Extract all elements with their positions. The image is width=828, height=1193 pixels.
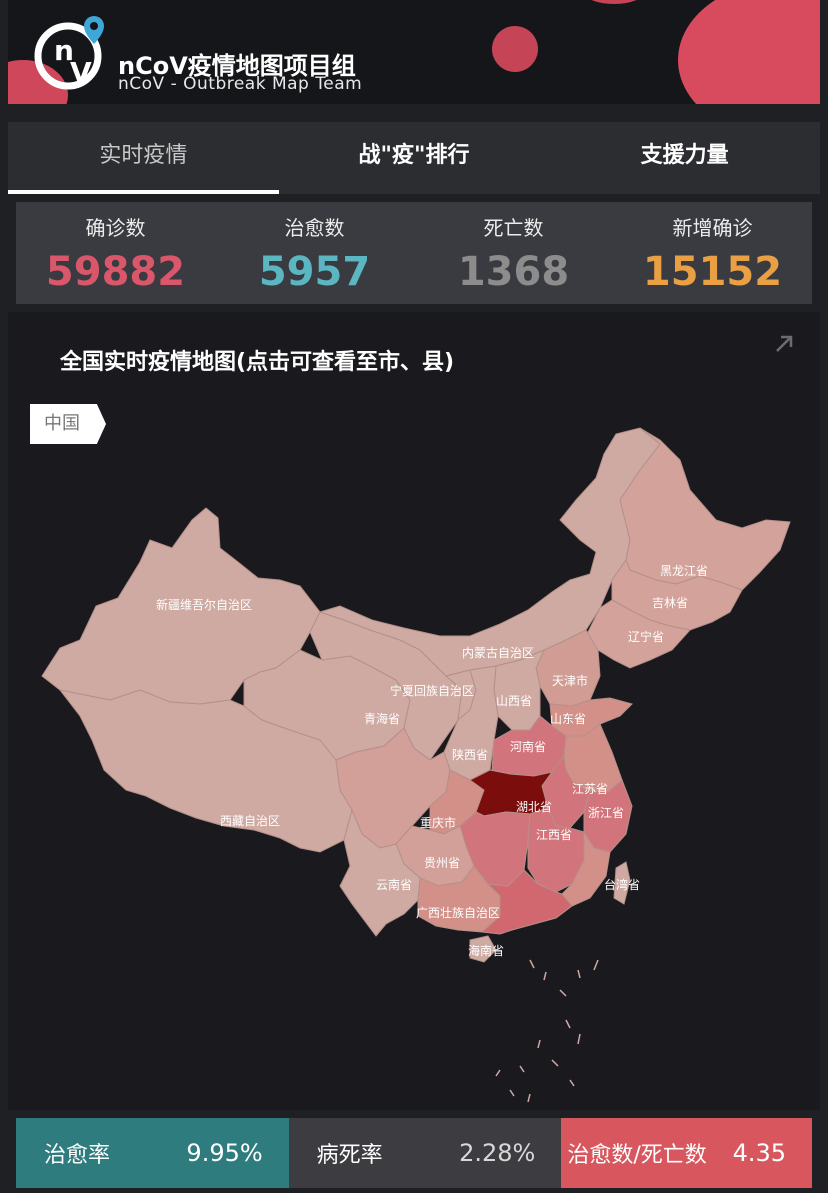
label-guizhou: 贵州省 bbox=[424, 856, 461, 870]
stat-label: 治愈数 bbox=[284, 216, 345, 240]
decor-blob bbox=[678, 0, 820, 104]
cure-rate-label: 治愈率 bbox=[44, 1143, 111, 1168]
stat-confirmed: 确诊数 59882 bbox=[16, 202, 215, 304]
death-rate-value: 2.28% bbox=[459, 1139, 536, 1167]
map-panel: 新疆维吾尔自治区 西藏自治区 青海省 内蒙古自治区 宁夏回族自治区 黑龙江省 吉… bbox=[8, 312, 820, 1110]
ratio-footer: 治愈率 9.95% 病死率 2.28% 治愈数/死亡数 4.35 bbox=[16, 1118, 813, 1188]
death-rate-cell: 病死率 2.28% bbox=[288, 1118, 562, 1188]
label-qinghai: 青海省 bbox=[364, 712, 401, 726]
label-jiangxi: 江西省 bbox=[536, 828, 573, 842]
stat-value: 59882 bbox=[45, 249, 186, 295]
label-liaoning: 辽宁省 bbox=[628, 630, 665, 644]
death-rate-label: 病死率 bbox=[316, 1143, 383, 1168]
tab-realtime[interactable]: 实时疫情 bbox=[8, 122, 279, 194]
label-chongqing: 重庆市 bbox=[420, 816, 457, 830]
tab-ranking[interactable]: 战"疫"排行 bbox=[279, 122, 550, 194]
stat-cured: 治愈数 5957 bbox=[215, 202, 414, 304]
label-taiwan: 台湾省 bbox=[604, 878, 641, 892]
breadcrumb-china[interactable]: 中国 bbox=[30, 404, 106, 444]
cure-death-ratio-cell: 治愈数/死亡数 4.35 bbox=[561, 1118, 813, 1188]
map-title: 全国实时疫情地图(点击可查看至市、县) bbox=[60, 350, 455, 375]
label-jiangsu: 江苏省 bbox=[572, 782, 609, 796]
expand-arrow-icon[interactable] bbox=[772, 332, 796, 356]
tab-bar: 实时疫情 战"疫"排行 支援力量 bbox=[8, 122, 820, 194]
stat-value: 1368 bbox=[457, 249, 570, 295]
stat-value: 5957 bbox=[258, 249, 371, 295]
label-jilin: 吉林省 bbox=[652, 596, 689, 610]
app-header: n V nCoV疫情地图项目组 nCoV - Outbreak Map Team bbox=[8, 0, 820, 104]
label-hubei: 湖北省 bbox=[516, 800, 553, 814]
label-henan: 河南省 bbox=[510, 740, 547, 754]
header-subtitle: nCoV - Outbreak Map Team bbox=[118, 74, 363, 94]
label-shanxi: 山西省 bbox=[496, 694, 533, 708]
cure-rate-cell: 治愈率 9.95% bbox=[16, 1118, 289, 1188]
label-neimenggu: 内蒙古自治区 bbox=[462, 646, 535, 660]
cure-rate-value: 9.95% bbox=[186, 1139, 263, 1167]
decor-circle bbox=[492, 26, 538, 72]
label-heilongjiang: 黑龙江省 bbox=[660, 564, 709, 578]
stat-value: 15152 bbox=[642, 249, 783, 295]
label-zhejiang: 浙江省 bbox=[588, 806, 625, 820]
svg-text:V: V bbox=[70, 56, 92, 89]
stat-new-confirmed: 新增确诊 15152 bbox=[613, 202, 812, 304]
label-shandong: 山东省 bbox=[550, 712, 587, 726]
cure-death-ratio-value: 4.35 bbox=[732, 1139, 787, 1167]
stats-panel: 确诊数 59882 治愈数 5957 死亡数 1368 新增确诊 15152 bbox=[16, 202, 812, 304]
south-sea-islands bbox=[495, 959, 599, 1103]
label-hainan: 海南省 bbox=[468, 944, 505, 958]
label-ningxia: 宁夏回族自治区 bbox=[390, 684, 475, 698]
label-yunnan: 云南省 bbox=[376, 878, 413, 892]
stat-dead: 死亡数 1368 bbox=[414, 202, 613, 304]
stat-label: 死亡数 bbox=[483, 216, 544, 240]
label-guangxi: 广西壮族自治区 bbox=[416, 906, 501, 920]
label-shaanxi: 陕西省 bbox=[452, 748, 489, 762]
stat-label: 新增确诊 bbox=[672, 216, 753, 240]
label-xinjiang: 新疆维吾尔自治区 bbox=[156, 598, 253, 612]
china-map[interactable] bbox=[8, 312, 820, 1110]
cure-death-ratio-label: 治愈数/死亡数 bbox=[567, 1143, 707, 1168]
label-xizang: 西藏自治区 bbox=[220, 814, 281, 828]
stat-label: 确诊数 bbox=[85, 216, 146, 240]
label-tianjin: 天津市 bbox=[552, 674, 589, 688]
tab-support[interactable]: 支援力量 bbox=[549, 122, 820, 194]
logo-icon: n V bbox=[34, 16, 104, 90]
